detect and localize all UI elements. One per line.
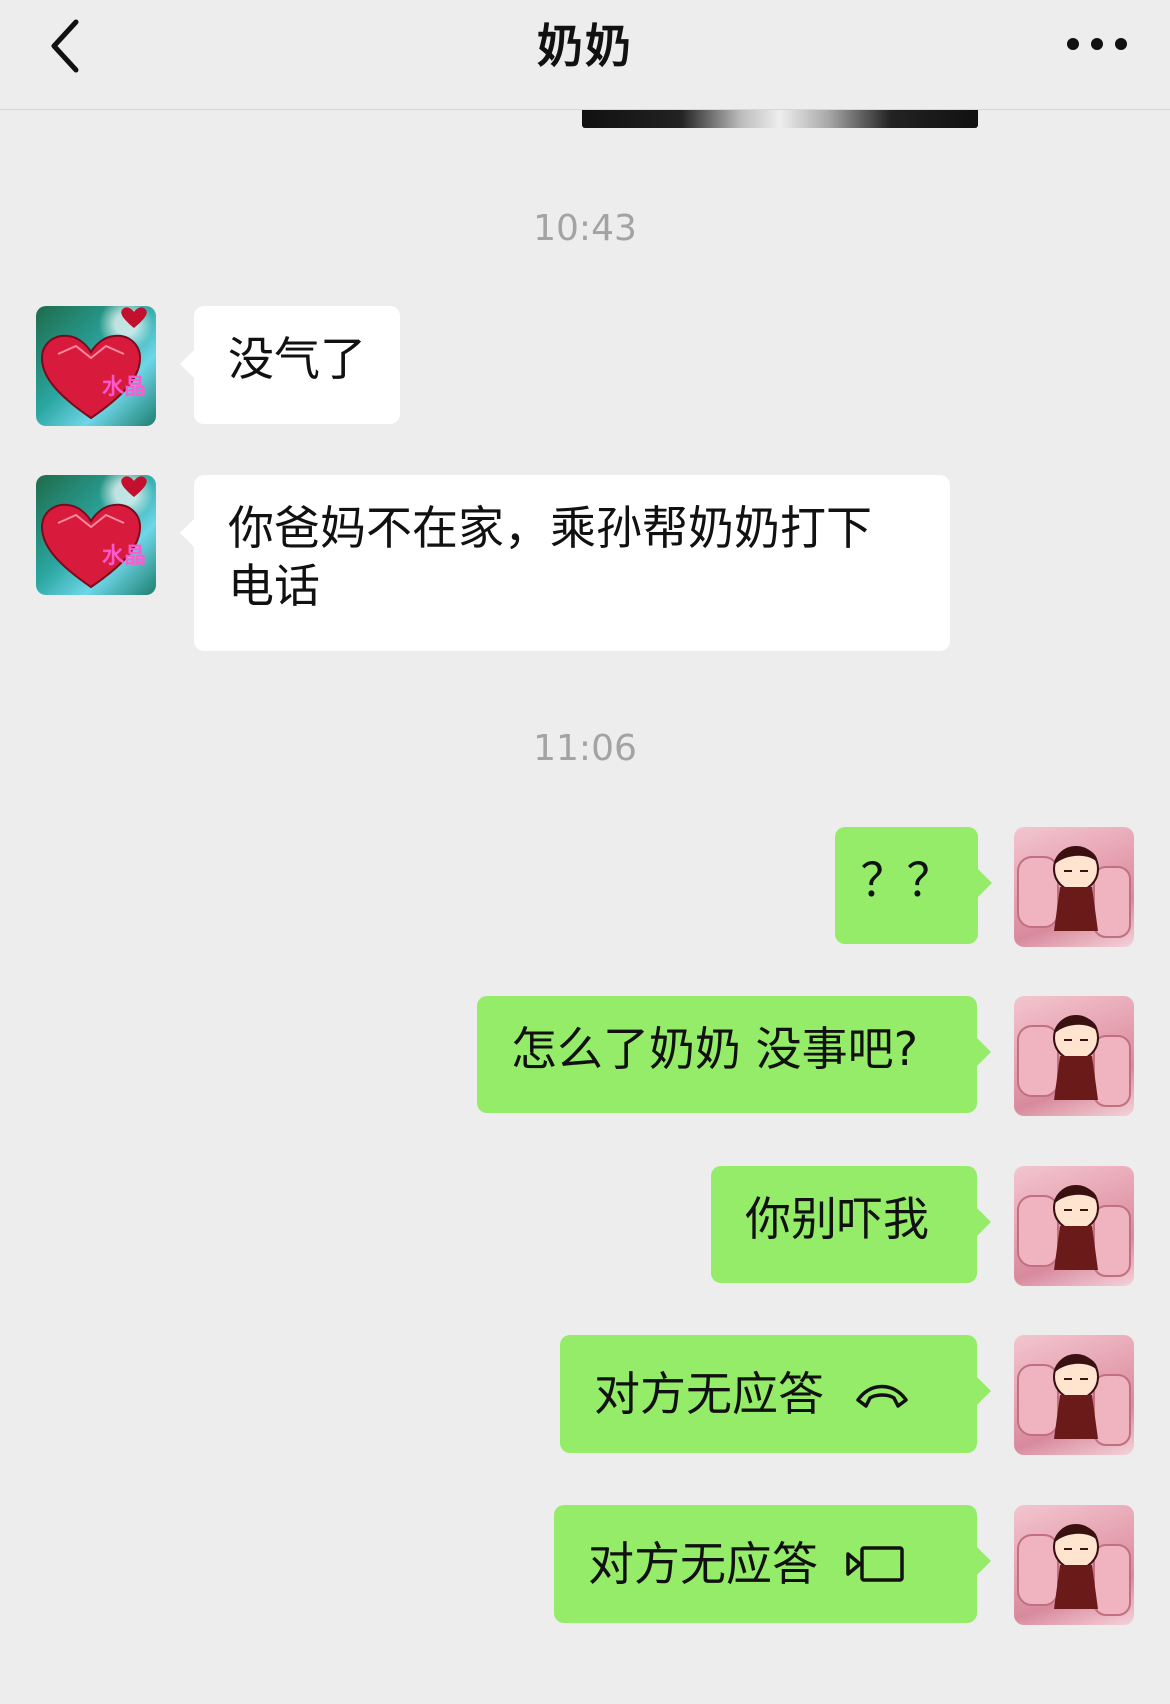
timestamp: 10:43	[533, 208, 637, 249]
message-bubble-incoming[interactable]: 没气了	[180, 306, 400, 424]
nav-bar: 奶奶	[0, 0, 1170, 110]
image-message-partial[interactable]	[582, 110, 978, 128]
message-bubble-incoming[interactable]: 你爸妈不在家，乘孙帮奶奶打下电话	[180, 475, 950, 651]
message-bubble-outgoing[interactable]: 怎么了奶奶 没事吧?	[477, 996, 991, 1113]
message-text: 没气了	[228, 332, 366, 386]
message-text: 你爸妈不在家，乘孙帮奶奶打下电话	[228, 501, 872, 613]
avatar-grandma[interactable]: 水晶	[36, 475, 156, 595]
video-call-icon	[846, 1546, 904, 1582]
message-text: 对方无应答	[594, 1367, 824, 1421]
call-record-bubble[interactable]: 对方无应答	[554, 1505, 991, 1623]
avatar-grandma[interactable]: 水晶	[36, 306, 156, 426]
more-dots-icon[interactable]	[1062, 22, 1132, 66]
avatar-me[interactable]	[1014, 1505, 1134, 1625]
avatar-logo-text: 水晶	[102, 375, 146, 400]
message-bubble-outgoing[interactable]: ？？	[835, 827, 992, 944]
message-text: 怎么了奶奶 没事吧?	[511, 1022, 919, 1076]
message-bubble-outgoing[interactable]: 你别吓我	[711, 1166, 991, 1283]
timestamp: 11:06	[533, 728, 637, 769]
call-record-bubble[interactable]: 对方无应答	[560, 1335, 991, 1453]
message-text: 你别吓我	[745, 1192, 929, 1246]
chat-title: 奶奶	[537, 19, 633, 73]
avatar-me[interactable]	[1014, 1335, 1134, 1455]
avatar-me[interactable]	[1014, 1166, 1134, 1286]
message-text: 对方无应答	[588, 1537, 818, 1591]
phone-hangup-icon	[856, 1384, 908, 1408]
avatar-me[interactable]	[1014, 996, 1134, 1116]
message-text: ？？	[860, 853, 953, 907]
avatar-logo-text: 水晶	[102, 544, 146, 569]
avatar-me[interactable]	[1014, 827, 1134, 947]
